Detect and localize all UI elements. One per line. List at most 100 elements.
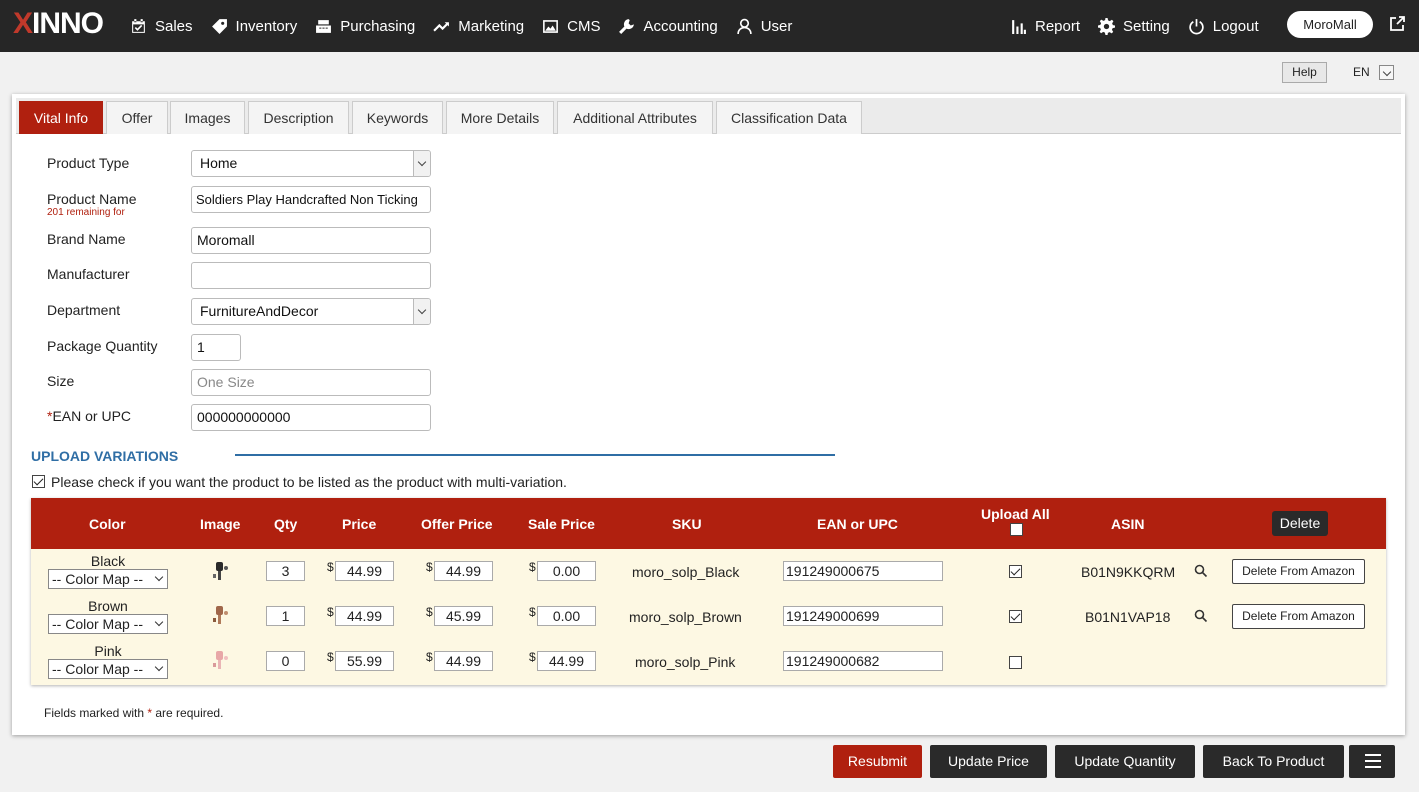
required-fields-note: Fields marked with * are required. <box>44 706 223 720</box>
cash-register-icon <box>316 19 332 33</box>
size-input[interactable]: One Size <box>191 369 431 396</box>
tab-images[interactable]: Images <box>170 101 245 134</box>
app-logo[interactable]: XINNO <box>13 7 104 41</box>
nav-user[interactable]: User <box>736 18 792 35</box>
price-input[interactable]: 44.99 <box>335 561 394 581</box>
product-name-label: Product Name <box>47 191 137 207</box>
utility-nav: Report Setting Logout <box>1010 0 1277 52</box>
nav-purchasing-label: Purchasing <box>340 17 416 35</box>
sale-price-input[interactable]: 0.00 <box>537 606 596 626</box>
offer-price-input[interactable]: 44.99 <box>434 561 493 581</box>
currency-symbol: $ <box>529 605 536 619</box>
nav-purchasing[interactable]: Purchasing <box>315 18 415 35</box>
update-price-button[interactable]: Update Price <box>930 745 1047 778</box>
variation-ean-input[interactable]: 191249000699 <box>783 606 943 626</box>
tab-additional-attributes[interactable]: Additional Attributes <box>557 101 713 134</box>
price-input[interactable]: 44.99 <box>335 606 394 626</box>
gear-icon <box>1098 17 1116 35</box>
offer-price-input[interactable]: 44.99 <box>434 651 493 671</box>
trend-line-icon <box>433 21 450 32</box>
color-map-select[interactable]: -- Color Map -- <box>48 569 168 589</box>
currency-symbol: $ <box>426 650 433 664</box>
upload-checkbox[interactable] <box>1009 565 1022 578</box>
sku-value: moro_solp_Pink <box>635 654 736 670</box>
variations-table: Color Image Qty Price Offer Price Sale P… <box>31 498 1386 685</box>
product-name-input[interactable]: Soldiers Play Handcrafted Non Ticking <box>191 186 431 213</box>
currency-symbol: $ <box>327 560 334 574</box>
col-color: Color <box>89 516 126 532</box>
nav-marketing-label: Marketing <box>458 17 525 35</box>
product-thumbnail[interactable] <box>212 604 230 626</box>
ean-label: *EAN or UPC <box>47 408 131 424</box>
nav-marketing[interactable]: Marketing <box>433 18 524 35</box>
store-selector-button[interactable]: MoroMall <box>1287 11 1373 38</box>
upload-checkbox[interactable] <box>1009 610 1022 623</box>
sale-price-input[interactable]: 44.99 <box>537 651 596 671</box>
external-link-icon[interactable] <box>1389 16 1405 32</box>
tab-classification-data[interactable]: Classification Data <box>716 101 862 134</box>
delete-button[interactable]: Delete <box>1272 511 1328 536</box>
help-button[interactable]: Help <box>1282 62 1327 83</box>
upload-all-checkbox[interactable] <box>1010 523 1023 536</box>
department-value: FurnitureAndDecor <box>200 303 319 319</box>
delete-from-amazon-button[interactable]: Delete From Amazon <box>1232 559 1365 584</box>
multi-variation-checkbox[interactable] <box>32 475 45 488</box>
variations-table-header: Color Image Qty Price Offer Price Sale P… <box>31 498 1386 549</box>
tab-description[interactable]: Description <box>248 101 349 134</box>
manufacturer-input[interactable] <box>191 262 431 289</box>
col-offer-price: Offer Price <box>421 516 493 532</box>
main-nav: Sales Inventory Purchasing Marketing CMS… <box>130 0 810 52</box>
nav-inventory-label: Inventory <box>235 17 298 35</box>
col-price: Price <box>342 516 377 532</box>
nav-sales[interactable]: Sales <box>130 18 193 35</box>
required-note-suffix: are required. <box>152 706 224 720</box>
product-thumbnail[interactable] <box>212 649 230 671</box>
qty-input[interactable]: 1 <box>266 606 305 626</box>
variation-ean-input[interactable]: 191249000675 <box>783 561 943 581</box>
language-select[interactable]: EN <box>1348 62 1396 83</box>
menu-button[interactable] <box>1349 745 1395 778</box>
ean-input[interactable]: 000000000000 <box>191 404 431 431</box>
package-quantity-input[interactable]: 1 <box>191 334 241 361</box>
ean-label-text: EAN or UPC <box>52 408 132 424</box>
offer-price-input[interactable]: 45.99 <box>434 606 493 626</box>
department-select[interactable]: FurnitureAndDecor <box>191 298 431 325</box>
price-input[interactable]: 55.99 <box>335 651 394 671</box>
tab-offer[interactable]: Offer <box>106 101 168 134</box>
delete-from-amazon-button[interactable]: Delete From Amazon <box>1232 604 1365 629</box>
qty-input[interactable]: 3 <box>266 561 305 581</box>
nav-cms[interactable]: CMS <box>542 18 600 35</box>
product-type-select[interactable]: Home <box>191 150 431 177</box>
nav-accounting-label: Accounting <box>643 17 718 35</box>
brand-name-input[interactable]: Moromall <box>191 227 431 254</box>
nav-report[interactable]: Report <box>1010 18 1080 35</box>
section-divider <box>235 454 835 456</box>
search-icon[interactable] <box>1194 609 1208 623</box>
product-name-remaining-note: 201 remaining for <box>47 207 125 218</box>
product-thumbnail[interactable] <box>212 560 230 582</box>
nav-logout[interactable]: Logout <box>1188 18 1259 35</box>
back-to-product-button[interactable]: Back To Product <box>1203 745 1344 778</box>
upload-variations-title: UPLOAD VARIATIONS <box>31 448 179 464</box>
brand-name-label: Brand Name <box>47 231 126 247</box>
variation-ean-input[interactable]: 191249000682 <box>783 651 943 671</box>
resubmit-button[interactable]: Resubmit <box>833 745 922 778</box>
update-quantity-button[interactable]: Update Quantity <box>1055 745 1195 778</box>
asin-value: B01N1VAP18 <box>1085 609 1171 625</box>
nav-report-label: Report <box>1035 17 1081 35</box>
nav-accounting[interactable]: Accounting <box>618 17 718 35</box>
sale-price-input[interactable]: 0.00 <box>537 561 596 581</box>
color-map-select[interactable]: -- Color Map -- <box>48 614 168 634</box>
tab-more-details[interactable]: More Details <box>446 101 554 134</box>
qty-input[interactable]: 0 <box>266 651 305 671</box>
currency-symbol: $ <box>327 650 334 664</box>
search-icon[interactable] <box>1194 564 1208 578</box>
chevron-down-icon <box>413 151 430 176</box>
tab-keywords[interactable]: Keywords <box>352 101 443 134</box>
nav-setting[interactable]: Setting <box>1098 17 1170 35</box>
upload-checkbox[interactable] <box>1009 656 1022 669</box>
tab-vital-info[interactable]: Vital Info <box>19 101 103 134</box>
color-map-select[interactable]: -- Color Map -- <box>48 659 168 679</box>
nav-inventory[interactable]: Inventory <box>211 17 298 35</box>
top-navbar: XINNO Sales Inventory Purchasing Marketi… <box>0 0 1419 52</box>
